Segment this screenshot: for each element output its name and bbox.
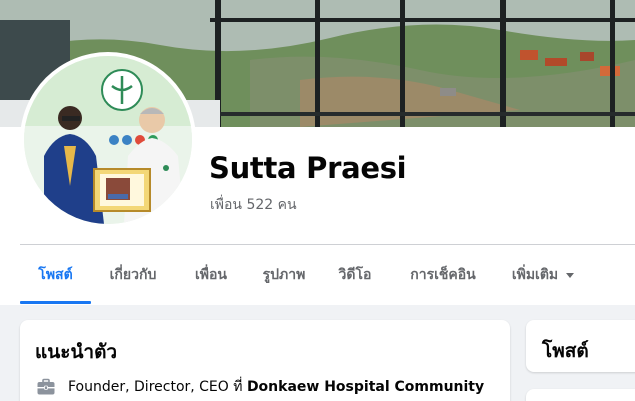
work-item: Founder, Director, CEO ที่ Donkaew Hospi…	[36, 376, 484, 398]
posts-title: โพสต์	[542, 340, 589, 362]
tab-label: เพื่อน	[195, 267, 227, 283]
tab-label: เกี่ยวกับ	[109, 267, 157, 283]
tab-label: เพิ่มเติม	[511, 267, 559, 283]
tab-label: การเช็คอิน	[410, 267, 476, 283]
tab-videos[interactable]: วิดีโอ	[321, 246, 389, 304]
tab-label: รูปภาพ	[262, 267, 306, 283]
briefcase-icon	[37, 378, 55, 395]
tab-photos[interactable]: รูปภาพ	[247, 246, 321, 304]
work-title: Founder, Director, CEO ที่	[68, 379, 243, 395]
tab-about[interactable]: เกี่ยวกับ	[91, 246, 175, 304]
tab-checkins[interactable]: การเช็คอิน	[389, 246, 497, 304]
profile-avatar[interactable]	[20, 52, 196, 228]
tab-label: วิดีโอ	[338, 267, 372, 283]
friends-count[interactable]: เพื่อน 522 คน	[210, 194, 297, 216]
tab-label: โพสต์	[38, 267, 73, 283]
intro-title: แนะนำตัว	[35, 341, 118, 363]
tab-posts[interactable]: โพสต์	[20, 246, 91, 304]
work-place-link[interactable]: Donkaew Hospital Community	[247, 379, 484, 395]
profile-name: Sutta Praesi	[209, 151, 407, 185]
profile-photo	[24, 56, 192, 224]
tab-friends[interactable]: เพื่อน	[175, 246, 247, 304]
posts-filter-card	[526, 389, 635, 401]
tab-more[interactable]: เพิ่มเติม	[497, 246, 589, 304]
profile-tabs: โพสต์ เกี่ยวกับ เพื่อน รูปภาพ วิดีโอ การ…	[20, 246, 589, 304]
header-divider	[20, 244, 635, 245]
caret-down-icon	[566, 272, 575, 278]
posts-card: โพสต์	[526, 320, 635, 372]
intro-card: แนะนำตัว Founder, Director, CEO ที่ Donk…	[20, 320, 510, 401]
